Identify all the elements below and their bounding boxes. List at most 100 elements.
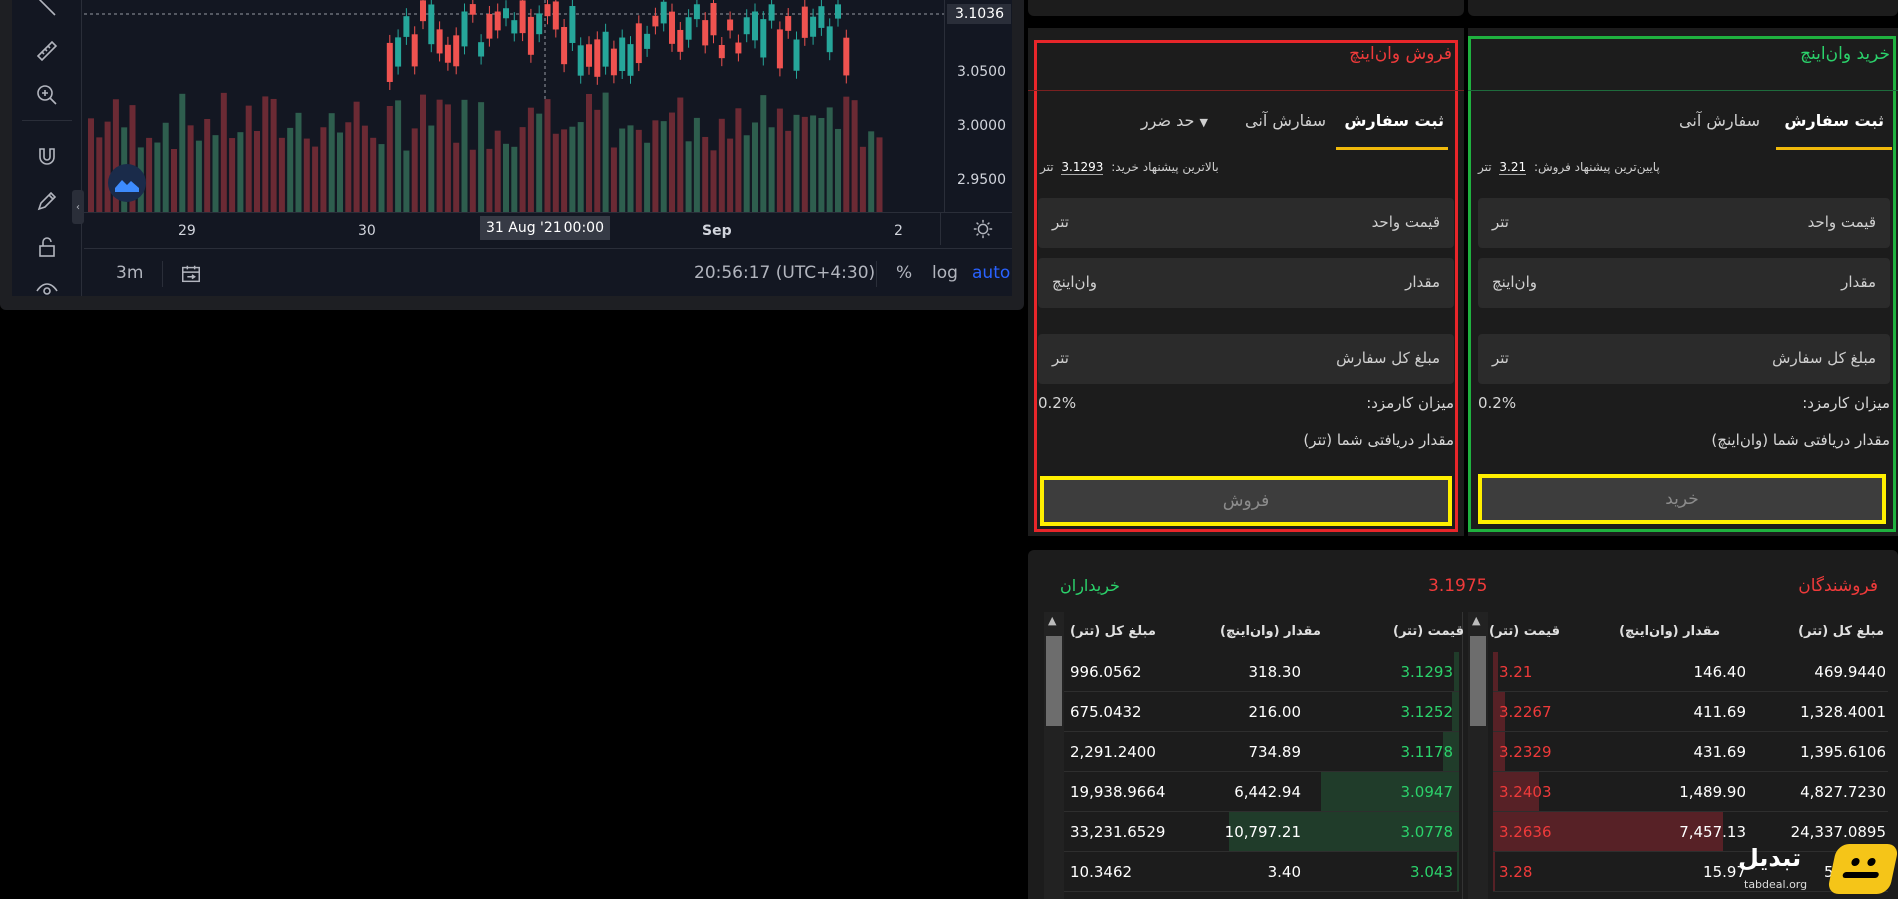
best-bid-value[interactable]: 3.1293 — [1061, 160, 1104, 175]
scroll-up-icon[interactable]: ▲ — [1048, 614, 1056, 627]
depth-bar — [1493, 652, 1498, 691]
volume-bar — [395, 100, 402, 212]
buy-price-field[interactable]: قیمت واحد تتر — [1478, 198, 1890, 248]
buy-total-field[interactable]: مبلغ کل سفارش تتر — [1478, 334, 1890, 384]
sell-total-field[interactable]: مبلغ کل سفارش تتر — [1038, 334, 1454, 384]
volume-bar — [312, 146, 319, 212]
interval-button[interactable]: 3m — [116, 263, 143, 283]
price-axis[interactable]: 3.1036 3.0500 3.0000 2.9500 — [944, 0, 1012, 212]
log-toggle[interactable]: log — [932, 263, 958, 283]
volume-bar — [444, 104, 451, 212]
cell-amount: 6,442.94 — [1234, 783, 1301, 801]
volume-bar — [411, 128, 418, 212]
clock-timezone[interactable]: 20:56:17 (UTC+4:30) — [694, 263, 875, 283]
buyer-order-row[interactable]: 996.0562 318.30 3.1293 — [1064, 652, 1459, 692]
volume-bar — [378, 144, 385, 212]
cell-price: 3.1293 — [1400, 663, 1454, 681]
candlestick-plot[interactable] — [84, 0, 944, 212]
watermark-domain: tabdeal.org — [1744, 878, 1808, 891]
sell-price-field[interactable]: قیمت واحد تتر — [1038, 198, 1454, 248]
cell-price: 3.1178 — [1400, 743, 1454, 761]
volume-bar — [810, 115, 817, 212]
volume-bar — [386, 106, 393, 212]
sell-receive-row: مقدار دریافتی شما (تتر) — [1038, 431, 1454, 451]
date-range-icon[interactable] — [180, 263, 202, 285]
cell-price: 3.2267 — [1499, 703, 1552, 721]
scroll-up-icon[interactable]: ▲ — [1472, 614, 1480, 627]
fee-value: 0.2% — [1038, 394, 1077, 412]
zoom-in-icon[interactable] — [32, 80, 62, 110]
auto-toggle[interactable]: auto — [972, 263, 1010, 283]
amount-label: مقدار — [1405, 273, 1440, 291]
seller-order-row[interactable]: 3.21 146.40 469.9440 — [1493, 652, 1888, 692]
fee-value: 0.2% — [1478, 394, 1517, 412]
toolbar-collapse-arrow[interactable]: ‹ — [72, 190, 84, 224]
panel-strip — [1468, 0, 1898, 16]
tab-instant-order[interactable]: سفارش آنی — [1245, 111, 1326, 130]
total-label: مبلغ کل سفارش — [1772, 349, 1876, 367]
buyer-order-row[interactable]: 2,291.2400 734.89 3.1178 — [1064, 732, 1459, 772]
buy-order-form: خرید وان‌اینچ ثبت سفارش سفارش آنی پایین‌… — [1468, 28, 1898, 536]
volume-bar — [677, 97, 684, 212]
buy-fee-row: میزان کارمزد: 0.2% — [1478, 394, 1890, 414]
buyer-order-row[interactable]: 33,231.6529 10,797.21 3.0778 — [1064, 812, 1459, 852]
tab-limit-order[interactable]: ثبت سفارش — [1784, 111, 1884, 130]
scroll-thumb[interactable] — [1046, 636, 1062, 726]
volume-bar — [96, 137, 103, 212]
volume-bar — [735, 108, 742, 212]
seller-order-row[interactable]: 3.2329 431.69 1,395.6106 — [1493, 732, 1888, 772]
tab-stop-loss[interactable]: حد ضرر ▼ — [1141, 111, 1214, 130]
chart-logo-icon[interactable] — [108, 164, 146, 202]
receive-label: مقدار دریافتی شما (تتر) — [1303, 431, 1454, 449]
watermark-brand: تبدیل — [1738, 844, 1802, 872]
sell-submit-button[interactable]: فروش — [1040, 476, 1452, 526]
buyer-order-row[interactable]: 675.0432 216.00 3.1252 — [1064, 692, 1459, 732]
magnet-icon[interactable] — [32, 142, 62, 172]
total-unit: تتر — [1052, 349, 1069, 367]
seller-order-row[interactable]: 3.2267 411.69 1,328.4001 — [1493, 692, 1888, 732]
percent-toggle[interactable]: % — [896, 263, 912, 283]
buy-tabs: ثبت سفارش سفارش آنی — [1468, 90, 1898, 150]
volume-bar — [478, 102, 485, 212]
chart-bottom-bar: 3m 20:56:17 (UTC+4:30) % log auto — [84, 248, 1012, 296]
tab-instant-order[interactable]: سفارش آنی — [1679, 111, 1760, 130]
volume-bar — [669, 112, 675, 212]
volume-bar — [154, 142, 161, 212]
cell-amount: 7,457.13 — [1679, 823, 1746, 841]
volume-bar — [220, 92, 227, 212]
volume-bar — [577, 122, 584, 212]
tabdeal-logo-icon — [1826, 844, 1898, 894]
total-unit: تتر — [1492, 349, 1509, 367]
ruler-icon[interactable] — [32, 36, 62, 66]
tabdeal-watermark: تبدیل tabdeal.org — [1738, 840, 1898, 899]
buyer-order-row[interactable]: 19,938.9664 6,442.94 3.0947 — [1064, 772, 1459, 812]
sellers-scrollbar[interactable]: ▲ — [1468, 612, 1488, 899]
col-total: مبلغ کل (تتر) — [1070, 624, 1156, 639]
volume-bar — [162, 122, 169, 212]
buy-submit-button[interactable]: خرید — [1478, 474, 1886, 524]
seller-order-row[interactable]: 3.2403 1,489.90 4,827.7230 — [1493, 772, 1888, 812]
eye-icon[interactable] — [32, 276, 62, 306]
scroll-thumb[interactable] — [1470, 636, 1486, 726]
volume-bar — [320, 127, 327, 212]
volume-bar — [760, 95, 767, 212]
buyers-scrollbar[interactable]: ▲ — [1044, 612, 1064, 899]
tab-limit-order[interactable]: ثبت سفارش — [1344, 111, 1444, 130]
sell-amount-field[interactable]: مقدار وان‌اینچ — [1038, 258, 1454, 308]
pencil-lock-icon[interactable] — [32, 186, 62, 216]
volume-bar — [743, 135, 750, 212]
unlock-icon[interactable] — [32, 232, 62, 262]
best-ask-value[interactable]: 3.21 — [1499, 160, 1527, 175]
time-axis[interactable]: 29 30 Sep 2 31 Aug '21 00:00 — [84, 212, 1012, 245]
tool-top-icon[interactable] — [32, 0, 62, 22]
active-tab-underline — [1336, 147, 1448, 150]
crosshair-time-label: 31 Aug '21 00:00 — [480, 216, 610, 240]
volume-bar — [104, 121, 111, 212]
volume-bar — [859, 146, 866, 212]
buyer-order-row[interactable]: 10.3462 3.40 3.043 — [1064, 852, 1459, 892]
col-price: قیمت (تتر) — [1393, 624, 1464, 639]
volume-bar — [204, 118, 211, 212]
cell-price: 3.28 — [1499, 863, 1533, 881]
sun-settings-icon[interactable] — [972, 218, 994, 240]
buy-amount-field[interactable]: مقدار وان‌اینچ — [1478, 258, 1890, 308]
